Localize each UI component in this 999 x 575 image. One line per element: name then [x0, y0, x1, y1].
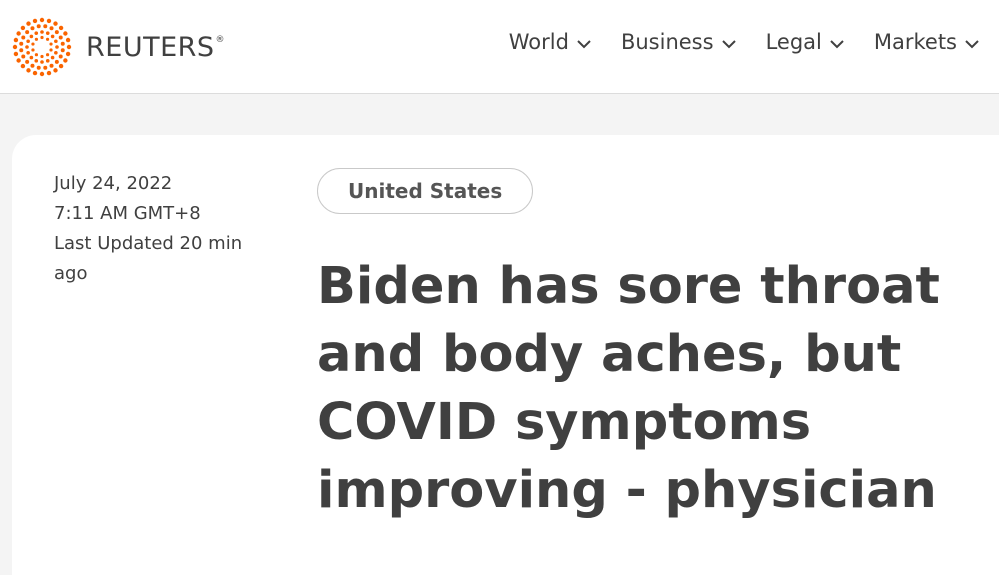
- last-updated: Last Updated 20 min ago: [54, 233, 243, 284]
- chevron-down-icon: [721, 30, 736, 54]
- chevron-down-icon: [965, 30, 979, 54]
- article-headline: Biden has sore throat and body aches, bu…: [317, 257, 940, 520]
- nav-item-label: Legal: [765, 30, 822, 54]
- logo-text: REUTERS®: [86, 31, 226, 63]
- site-header: REUTERS® World Business Legal Markets: [0, 0, 999, 94]
- reuters-logo-icon: [12, 17, 72, 77]
- chevron-down-icon: [577, 30, 591, 54]
- nav-item-business[interactable]: Business: [621, 30, 736, 54]
- publish-date: July 24, 2022: [54, 173, 173, 194]
- main-nav: World Business Legal Markets: [509, 30, 979, 54]
- nav-item-legal[interactable]: Legal: [766, 30, 844, 54]
- chevron-down-icon: [830, 30, 844, 54]
- nav-item-label: World: [508, 30, 569, 54]
- nav-item-markets[interactable]: Markets: [874, 30, 979, 54]
- reuters-logo[interactable]: REUTERS®: [12, 17, 225, 77]
- article-meta: July 24, 2022 7:11 AM GMT+8 Last Updated…: [54, 169, 254, 289]
- nav-item-world[interactable]: World: [509, 30, 591, 54]
- nav-item-label: Business: [620, 30, 714, 54]
- publish-time: 7:11 AM GMT+8: [54, 203, 201, 224]
- article-card: July 24, 2022 7:11 AM GMT+8 Last Updated…: [12, 135, 999, 575]
- nav-item-label: Markets: [873, 30, 957, 54]
- category-tag[interactable]: United States: [317, 168, 534, 214]
